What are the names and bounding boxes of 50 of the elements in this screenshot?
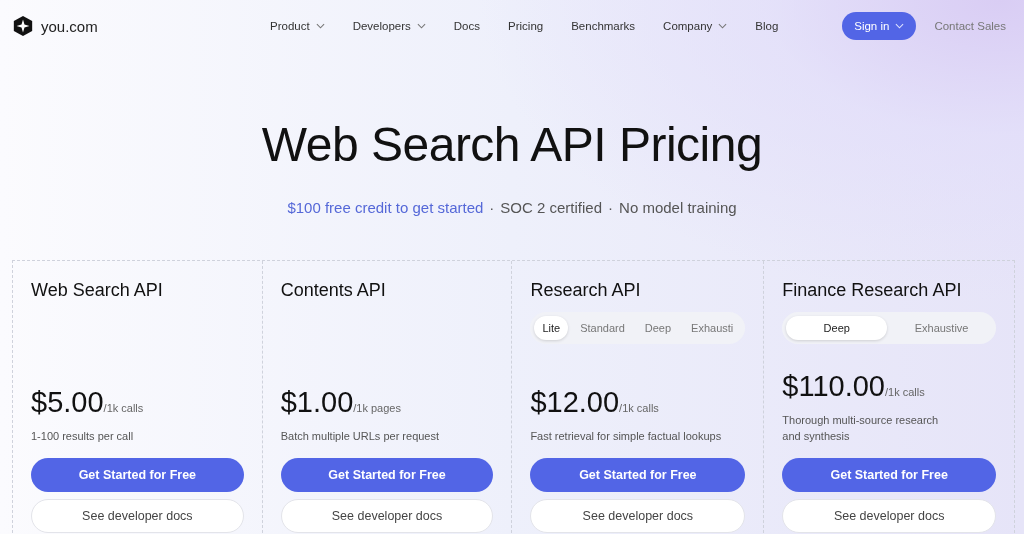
- chevron-down-icon: [718, 23, 728, 29]
- tier-tab[interactable]: Standard: [572, 316, 633, 340]
- tier-tab[interactable]: Deep: [636, 316, 680, 340]
- nav-link[interactable]: Pricing: [508, 20, 544, 32]
- developer-docs-button[interactable]: See developer docs: [782, 499, 996, 533]
- plan-description: Fast retrieval for simple factual lookups: [530, 429, 723, 444]
- nav-link[interactable]: Product: [270, 20, 325, 32]
- nav-link[interactable]: Developers: [352, 20, 426, 32]
- nav-link[interactable]: Blog: [755, 20, 779, 32]
- price: $12.00: [530, 386, 620, 418]
- brand-name[interactable]: you.com: [41, 17, 98, 35]
- logo-icon: [12, 15, 34, 37]
- get-started-button[interactable]: Get Started for Free: [530, 458, 746, 492]
- price: $5.00: [31, 386, 104, 418]
- tier-tab[interactable]: Lite: [534, 316, 569, 340]
- price: $110.00: [782, 370, 885, 402]
- nav-link[interactable]: Benchmarks: [571, 20, 636, 32]
- price: $1.00: [280, 386, 354, 418]
- feature-text: No model training: [619, 198, 737, 218]
- developer-docs-button[interactable]: See developer docs: [31, 499, 244, 533]
- developer-docs-button[interactable]: See developer docs: [530, 499, 746, 533]
- price-unit: /1k calls: [103, 402, 144, 414]
- get-started-button[interactable]: Get Started for Free: [782, 458, 996, 492]
- price-unit: /1k pages: [353, 402, 401, 414]
- plan-description: Batch multiple URLs per request: [280, 429, 441, 444]
- tier-tab[interactable]: Exhausti: [683, 316, 742, 340]
- feature-text: SOC 2 certified: [500, 198, 603, 218]
- chevron-down-icon: [416, 23, 426, 29]
- plan-name: Contents API: [280, 279, 387, 302]
- separator-dot: ·: [608, 198, 614, 218]
- price-unit: /1k calls: [619, 402, 659, 414]
- page-title: Web Search API Pricing: [260, 117, 764, 173]
- developer-docs-button[interactable]: See developer docs: [280, 499, 494, 533]
- get-started-button[interactable]: Get Started for Free: [280, 458, 494, 492]
- free-credit-link[interactable]: $100 free credit to get started: [287, 198, 484, 218]
- price-unit: /1k calls: [885, 386, 925, 398]
- nav-link[interactable]: Docs: [453, 20, 480, 32]
- plan-name: Finance Research API: [782, 279, 963, 302]
- chevron-down-icon: [895, 23, 905, 29]
- separator-dot: ·: [489, 198, 495, 218]
- plan-name: Research API: [530, 279, 642, 302]
- nav-link[interactable]: Company: [663, 20, 728, 32]
- get-started-button[interactable]: Get Started for Free: [31, 458, 244, 492]
- tier-tab[interactable]: Exhaustive: [891, 316, 992, 340]
- chevron-down-icon: [315, 23, 325, 29]
- plan-name: Web Search API: [31, 279, 164, 302]
- plan-description: 1-100 results per call: [31, 429, 135, 444]
- sign-in-button[interactable]: Sign in: [842, 12, 917, 40]
- tier-tab[interactable]: Deep: [786, 316, 888, 340]
- plan-description: Thorough multi-source research and synthesis: [782, 413, 940, 444]
